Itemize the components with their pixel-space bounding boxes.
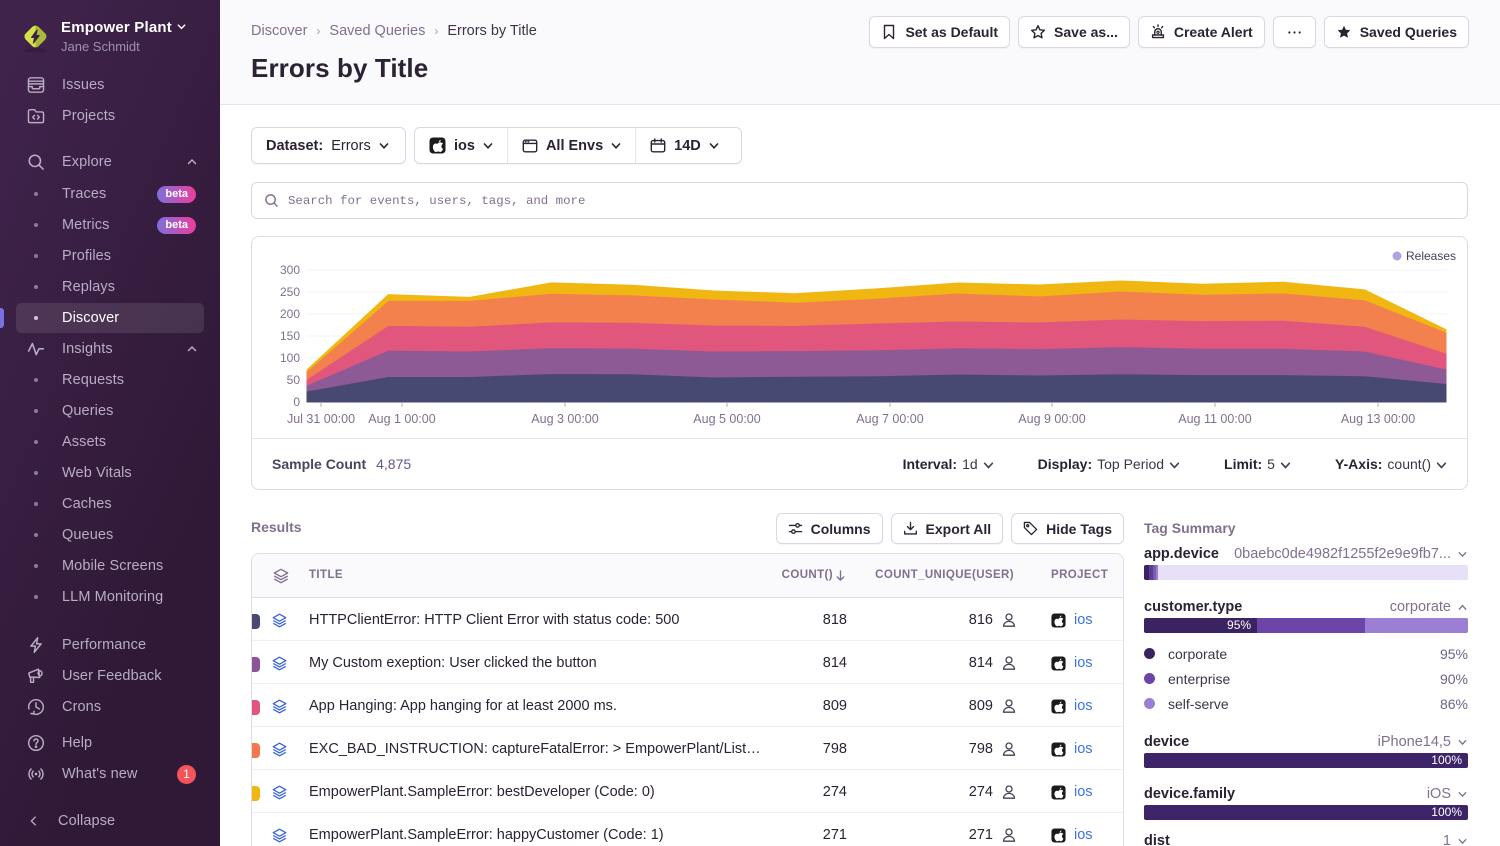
svg-text:Aug 1 00:00: Aug 1 00:00 xyxy=(368,412,435,426)
svg-text:50: 50 xyxy=(287,373,301,387)
svg-text:200: 200 xyxy=(280,307,300,321)
svg-text:100: 100 xyxy=(280,351,300,365)
svg-text:Aug 9 00:00: Aug 9 00:00 xyxy=(1018,412,1085,426)
svg-text:300: 300 xyxy=(280,263,300,277)
svg-text:Jul 31 00:00: Jul 31 00:00 xyxy=(287,412,355,426)
svg-text:Aug 5 00:00: Aug 5 00:00 xyxy=(693,412,760,426)
svg-text:Aug 7 00:00: Aug 7 00:00 xyxy=(856,412,923,426)
svg-text:Aug 3 00:00: Aug 3 00:00 xyxy=(531,412,598,426)
svg-text:Aug 11 00:00: Aug 11 00:00 xyxy=(1178,412,1251,426)
svg-text:150: 150 xyxy=(280,329,300,343)
svg-text:250: 250 xyxy=(280,285,300,299)
svg-text:Releases: Releases xyxy=(1406,249,1456,263)
svg-text:0: 0 xyxy=(293,395,300,409)
svg-text:Aug 13 00:00: Aug 13 00:00 xyxy=(1341,412,1415,426)
